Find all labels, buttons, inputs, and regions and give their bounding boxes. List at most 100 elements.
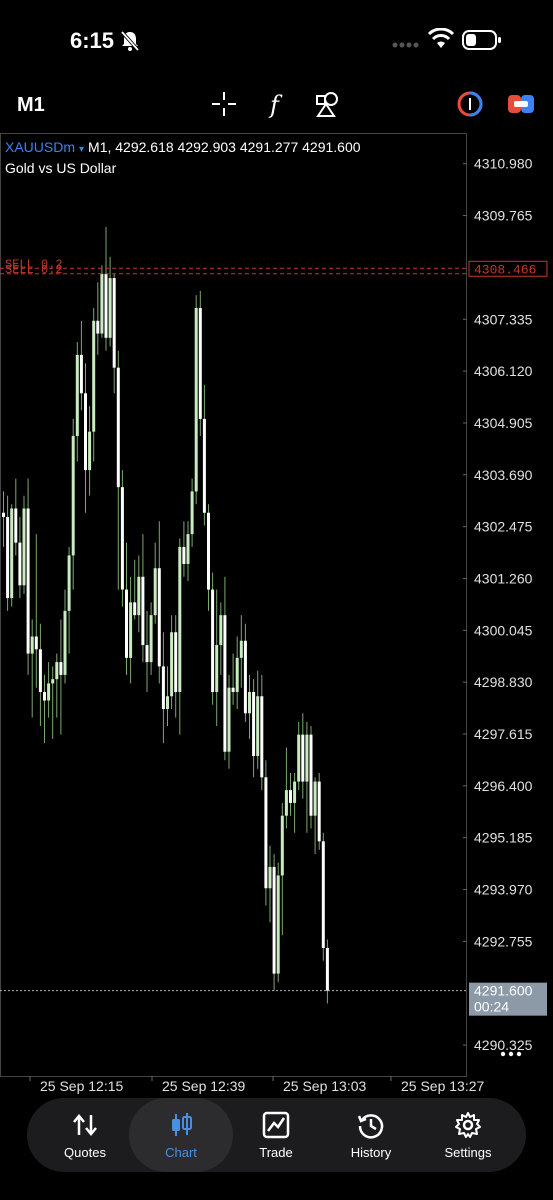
chart-candles-icon	[172, 1113, 192, 1136]
price-axis-label: 4300.045	[474, 622, 533, 638]
price-axis-label: 4293.970	[474, 882, 533, 898]
price-axis-label: 4307.335	[474, 311, 533, 327]
candle-bear	[174, 632, 178, 692]
candle-bull	[108, 278, 112, 338]
candle-bear	[79, 354, 83, 394]
candle-bull	[219, 615, 223, 646]
nav-settings[interactable]: Settings	[418, 1098, 518, 1172]
candle-bear	[6, 517, 10, 599]
candle-bear	[112, 278, 116, 368]
symbol-dropdown-icon[interactable]: ▾	[79, 144, 84, 155]
candle-bull	[153, 568, 157, 616]
price-axis-label: 4306.120	[474, 363, 533, 379]
candle-bear	[223, 615, 227, 752]
candle-bull	[190, 491, 194, 535]
nav-chart[interactable]: Chart	[129, 1098, 233, 1172]
nav-label-trade: Trade	[259, 1145, 293, 1160]
candle-bear	[317, 781, 321, 842]
bar-timer-label: 00:24	[474, 999, 509, 1015]
candle-bull	[227, 687, 231, 752]
candle-bear	[243, 640, 247, 714]
candle-bear	[18, 542, 22, 586]
candle-bull	[47, 683, 51, 701]
price-axis-label: 4301.260	[474, 570, 533, 586]
nav-label-settings: Settings	[444, 1145, 492, 1160]
candle-bull	[170, 632, 174, 697]
candle-bear	[26, 508, 30, 654]
candle-bear	[59, 662, 63, 675]
candle-bear	[116, 367, 120, 488]
candle-bear	[252, 691, 256, 756]
chart-header: XAUUSDm ▾ M1, 4292.618 4292.903 4291.277 4…	[5, 138, 361, 177]
candle-bear	[145, 645, 149, 663]
price-axis-label: 4304.905	[474, 415, 533, 431]
symbol-name[interactable]: XAUUSDm	[5, 139, 75, 155]
nav-label-quotes: Quotes	[64, 1145, 106, 1160]
candle-bull	[284, 790, 288, 816]
candle-bear	[141, 576, 145, 646]
candle-bear	[198, 307, 202, 419]
candle-bull	[235, 657, 239, 692]
history-clock-icon	[357, 1114, 384, 1139]
price-axis-label: 4297.615	[474, 726, 533, 742]
time-axis-label: 25 Sep 13:27	[401, 1078, 485, 1094]
candle-bear	[14, 508, 18, 543]
price-axis-label: 4309.765	[474, 208, 533, 224]
candle-bull	[63, 610, 67, 675]
candle-bull	[92, 320, 96, 432]
candle-bull	[71, 435, 75, 556]
candle-bull	[137, 576, 141, 616]
nav-history[interactable]: History	[321, 1098, 421, 1172]
candle-bull	[178, 546, 182, 692]
candle-bull	[297, 734, 301, 782]
candle-bull	[239, 640, 243, 658]
price-axis-label: 4303.690	[474, 467, 533, 483]
candle-bull	[30, 636, 34, 654]
price-axis-label: 4302.475	[474, 519, 533, 535]
candle-bull	[186, 534, 190, 564]
price-axis-label: 4310.980	[474, 156, 533, 172]
candle-bear	[104, 273, 108, 338]
candle-bear	[34, 636, 38, 650]
price-axis-label: 4292.755	[474, 933, 533, 949]
candle-bear	[125, 589, 128, 658]
candle-bear	[309, 734, 313, 816]
candle-bear	[301, 734, 305, 782]
candle-bear	[161, 666, 165, 710]
price-axis-label: 4298.830	[474, 674, 533, 690]
candle-bear	[120, 487, 124, 590]
ohlc-values: M1, 4292.618 4292.903 4291.277 4291.600	[88, 139, 361, 155]
candle-bear	[264, 777, 268, 889]
more-dots-icon[interactable]	[500, 1047, 522, 1061]
candle-bull	[268, 866, 272, 889]
time-axis-label: 25 Sep 13:03	[283, 1078, 367, 1094]
sell-order-label[interactable]: SELL 0.2	[5, 263, 63, 277]
nav-trade[interactable]: Trade	[226, 1098, 326, 1172]
candle-bear	[38, 649, 42, 692]
nav-quotes[interactable]: Quotes	[35, 1098, 135, 1172]
candle-bear	[157, 568, 161, 667]
candle-bull	[313, 781, 317, 816]
candle-bull	[22, 508, 26, 586]
price-axis-label: 4295.185	[474, 830, 533, 846]
candle-bull	[51, 679, 55, 684]
candle-bear	[231, 687, 235, 692]
quotes-arrows-icon	[73, 1114, 97, 1136]
nav-label-chart: Chart	[165, 1145, 197, 1160]
candle-bear	[321, 841, 325, 948]
candle-bull	[55, 662, 59, 680]
candle-bull	[256, 696, 260, 756]
bottom-navigation: Quotes Chart Trade History Settings	[27, 1098, 526, 1172]
candle-bull	[75, 354, 79, 436]
candle-bear	[211, 589, 215, 692]
candle-bear	[272, 866, 276, 974]
candle-bull	[194, 307, 198, 492]
sell-price-label: 4308.466	[474, 262, 536, 277]
candle-bull	[215, 645, 219, 692]
candle-bear	[202, 418, 206, 513]
candle-bull	[129, 602, 133, 658]
price-axis-label: 4296.400	[474, 778, 533, 794]
candle-bull	[67, 555, 71, 611]
candle-bear	[325, 947, 329, 991]
candle-bull	[149, 615, 153, 663]
